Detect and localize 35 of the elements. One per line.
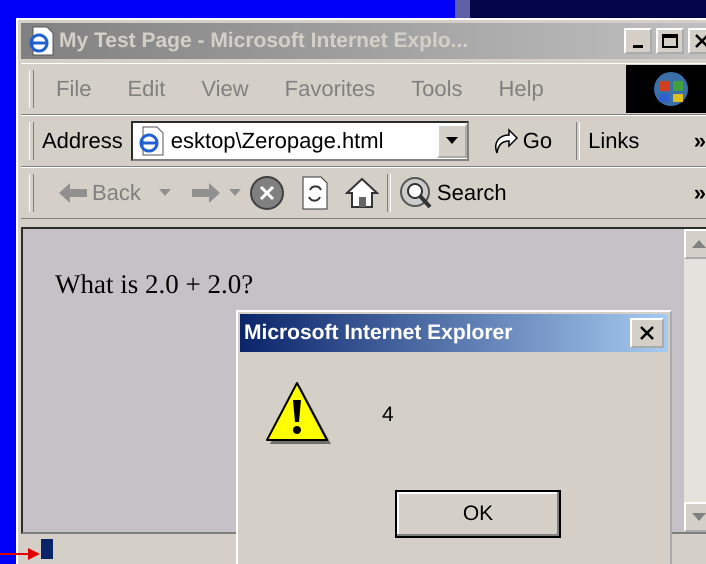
ok-button[interactable]: OK (395, 490, 561, 538)
dropdown-button[interactable] (436, 124, 467, 158)
maximize-button[interactable] (656, 28, 684, 54)
more-chevron[interactable]: » (694, 128, 706, 154)
back-arrow-icon (58, 182, 88, 204)
home-icon[interactable] (344, 177, 379, 209)
dialog-message: 4 (382, 403, 394, 427)
scroll-down-button[interactable] (684, 502, 706, 532)
scrollbar[interactable] (684, 229, 706, 532)
stop-icon[interactable] (248, 175, 285, 211)
refresh-icon[interactable] (300, 176, 329, 210)
page-icon (136, 126, 165, 156)
more-chevron[interactable]: » (694, 180, 706, 206)
go-button[interactable]: Go (490, 127, 552, 155)
browser-icon (27, 26, 55, 56)
search-button[interactable]: Search (398, 176, 507, 210)
globe-logo-icon (651, 69, 691, 109)
minimize-icon (633, 44, 643, 48)
address-field[interactable]: esktop\Zeropage.html (130, 121, 469, 161)
down-arrow-icon (692, 513, 706, 521)
scroll-up-button[interactable] (684, 229, 706, 259)
close-icon (640, 326, 654, 340)
close-icon (695, 34, 706, 48)
progress-indicator (41, 539, 53, 559)
search-icon (398, 176, 433, 210)
caret-icon (446, 137, 458, 145)
question-text: What is 2.0 + 2.0? (55, 269, 254, 300)
links-button[interactable]: Links (588, 128, 640, 154)
close-button[interactable] (630, 318, 664, 348)
pointer-arrow-icon (0, 548, 40, 560)
dialog-title: Microsoft Internet Explorer (244, 321, 512, 345)
maximize-icon (662, 34, 678, 48)
up-arrow-icon (692, 240, 706, 248)
address-label: Address (42, 128, 123, 154)
minimize-button[interactable] (624, 28, 652, 54)
